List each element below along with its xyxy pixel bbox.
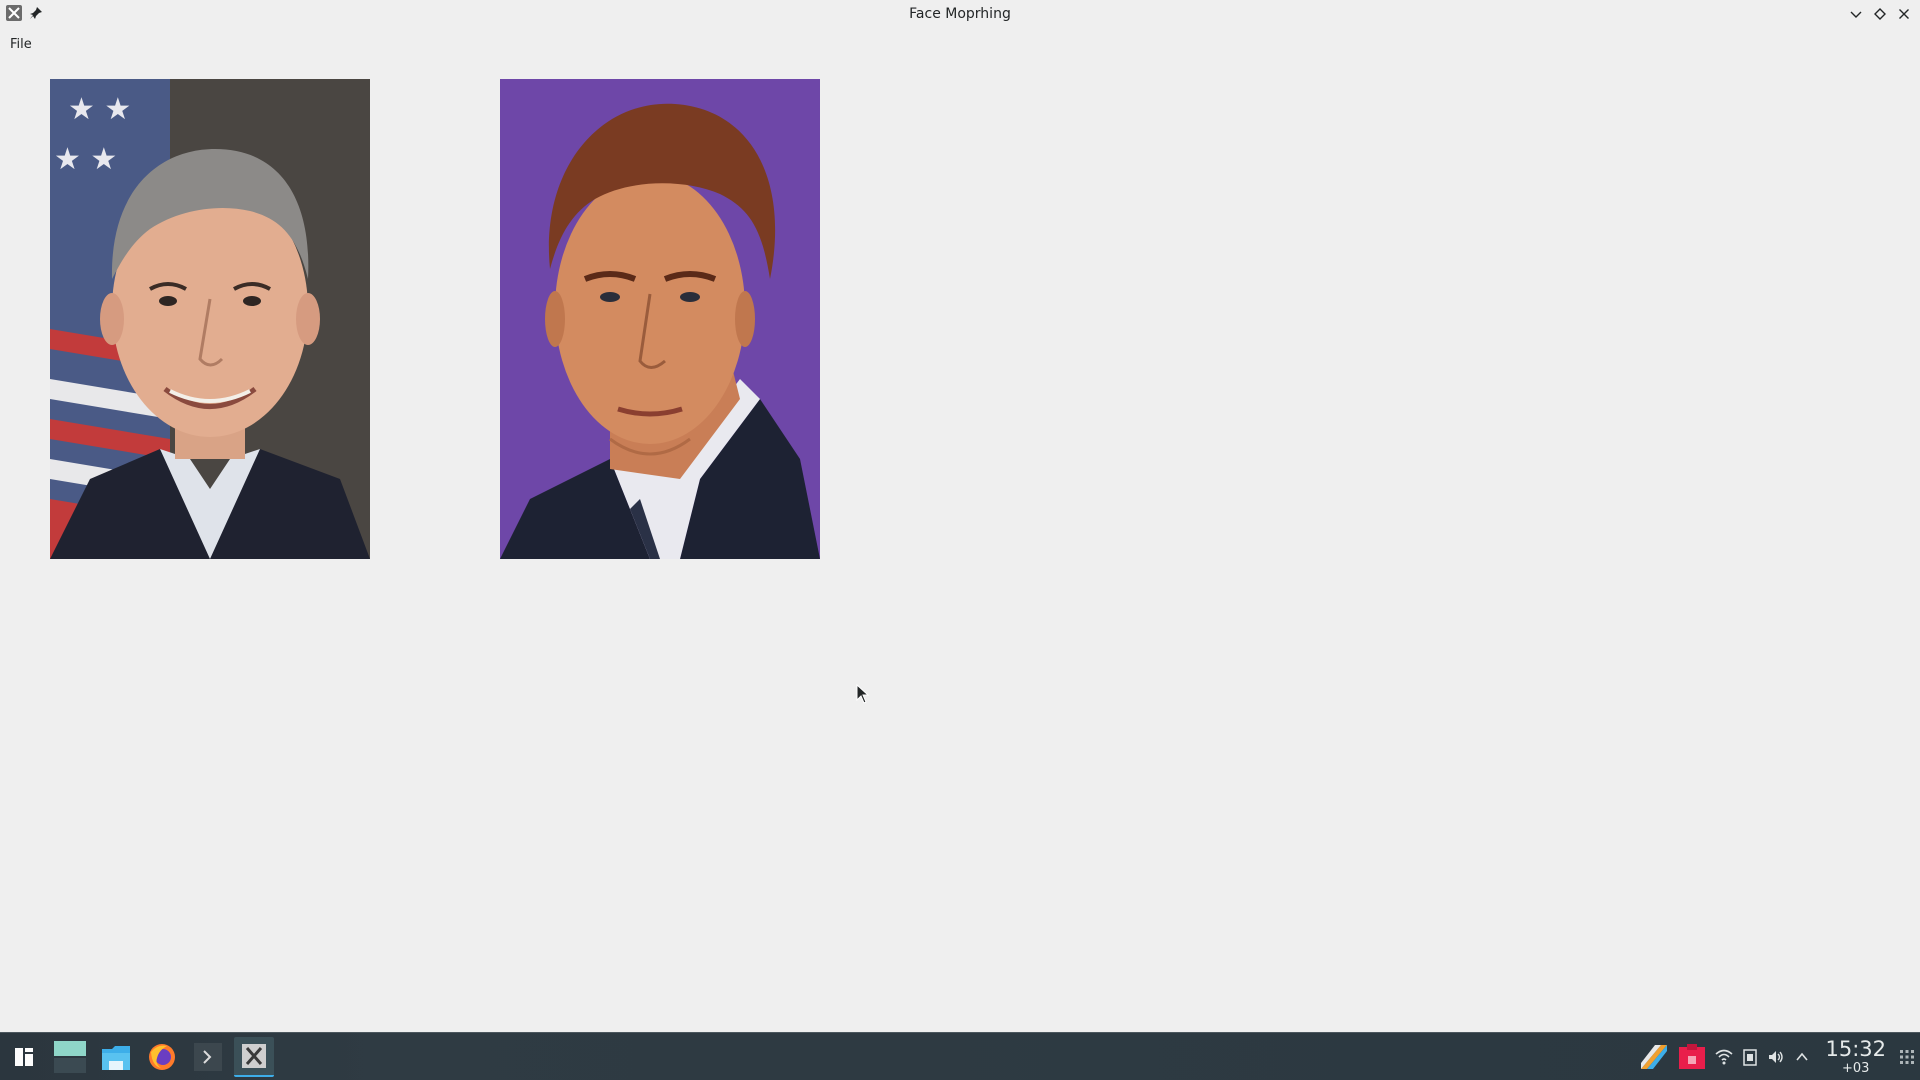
show-desktop-grid-icon[interactable] bbox=[1898, 1048, 1916, 1066]
terminal-icon bbox=[194, 1043, 222, 1071]
file-manager-button[interactable] bbox=[96, 1037, 136, 1077]
desktop-pager-button[interactable] bbox=[50, 1037, 90, 1077]
face-morphing-task-button[interactable] bbox=[234, 1037, 274, 1077]
pager-icon bbox=[54, 1041, 86, 1073]
wifi-icon[interactable] bbox=[1715, 1048, 1733, 1066]
svg-text:★ ★: ★ ★ bbox=[68, 92, 131, 127]
window-title: Face Moprhing bbox=[909, 6, 1011, 22]
svg-text:★ ★: ★ ★ bbox=[54, 142, 117, 177]
launcher-icon bbox=[15, 1048, 33, 1066]
digital-clock[interactable]: 15:32 +03 bbox=[1825, 1037, 1886, 1076]
app-icon[interactable] bbox=[6, 5, 22, 21]
maximize-button[interactable] bbox=[1870, 4, 1890, 24]
taskbar: 15:32 +03 bbox=[0, 1032, 1920, 1080]
chevron-down-icon bbox=[1850, 11, 1862, 18]
source-image-left: ★ ★ ★ ★ bbox=[50, 79, 370, 559]
color-picker-tray-icon[interactable] bbox=[1639, 1042, 1669, 1072]
clipboard-icon[interactable] bbox=[1741, 1048, 1759, 1066]
window-titlebar[interactable]: Face Moprhing bbox=[0, 0, 1920, 28]
target-image-right bbox=[500, 79, 820, 559]
menubar: File bbox=[0, 32, 1920, 56]
diamond-icon bbox=[1874, 8, 1886, 20]
chevron-up-icon[interactable] bbox=[1793, 1048, 1811, 1066]
volume-icon[interactable] bbox=[1767, 1048, 1785, 1066]
mouse-cursor-icon bbox=[856, 683, 870, 704]
minimize-button[interactable] bbox=[1846, 4, 1866, 24]
clock-timezone: +03 bbox=[1842, 1061, 1870, 1076]
firefox-button[interactable] bbox=[142, 1037, 182, 1077]
menu-file[interactable]: File bbox=[10, 35, 32, 54]
application-launcher-button[interactable] bbox=[4, 1037, 44, 1077]
folder-icon bbox=[102, 1046, 130, 1070]
close-icon bbox=[1899, 9, 1909, 19]
close-button[interactable] bbox=[1894, 4, 1914, 24]
firefox-icon bbox=[149, 1044, 175, 1070]
clock-time: 15:32 bbox=[1825, 1037, 1886, 1061]
pin-icon[interactable] bbox=[28, 5, 44, 21]
notes-tray-icon[interactable] bbox=[1677, 1042, 1707, 1072]
terminal-button[interactable] bbox=[188, 1037, 228, 1077]
x-app-icon bbox=[242, 1044, 266, 1068]
